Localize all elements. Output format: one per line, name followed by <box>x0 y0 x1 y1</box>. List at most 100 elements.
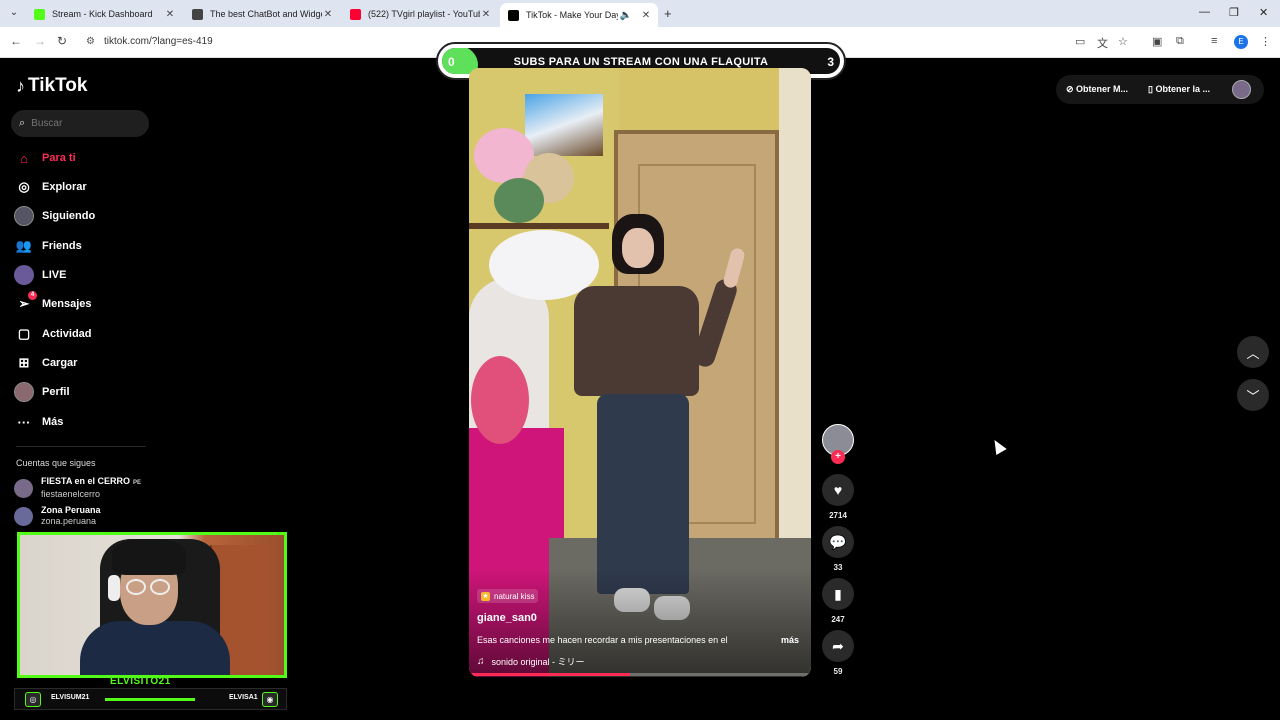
nav-mas[interactable]: ··· Más <box>14 411 64 433</box>
sidebar-divider <box>16 446 146 447</box>
nav-siguiendo[interactable]: Siguiendo <box>14 205 95 227</box>
tab-tiktok[interactable]: TikTok - Make Your Day 🔈 ✕ <box>500 3 658 27</box>
nav-friends[interactable]: 👥 Friends <box>14 235 82 257</box>
nav-label: Siguiendo <box>42 210 96 222</box>
tab-chatbot[interactable]: The best ChatBot and Widgets ✕ <box>184 3 340 25</box>
forward-icon[interactable]: → <box>34 34 46 48</box>
person-jacket <box>574 286 699 396</box>
follow-plus-icon[interactable]: + <box>831 450 845 464</box>
next-video-button[interactable]: ﹀ <box>1237 379 1269 411</box>
comment-button[interactable]: 💬 <box>822 526 854 558</box>
comment-count: 33 <box>833 563 843 572</box>
close-window-icon[interactable]: ✕ <box>1259 6 1268 19</box>
close-icon[interactable]: ✕ <box>164 9 176 20</box>
user-avatar[interactable] <box>1232 80 1251 99</box>
close-icon[interactable]: ✕ <box>640 10 652 21</box>
search-box[interactable]: ⌕ <box>11 110 149 137</box>
nav-label: Friends <box>42 240 82 252</box>
reload-icon[interactable]: ↻ <box>57 34 67 48</box>
nav-label: Actividad <box>42 328 92 340</box>
restore-icon[interactable]: ❐ <box>1229 6 1239 19</box>
tab-title: TikTok - Make Your Day <box>526 10 618 20</box>
close-icon[interactable]: ✕ <box>480 9 492 20</box>
kick-icon <box>34 8 45 20</box>
heart-icon: ♥ <box>833 482 843 498</box>
nav-label: LIVE <box>42 269 67 281</box>
home-icon: ⌂ <box>20 150 28 166</box>
avatar <box>14 506 33 526</box>
nav-actividad[interactable]: ▢ Actividad <box>14 323 92 345</box>
bookmark-star-icon[interactable]: ☆ <box>1118 35 1128 48</box>
nav-label: Para ti <box>42 152 76 164</box>
tiktok-logo[interactable]: ♪ TikTok <box>16 75 87 97</box>
mouse-cursor <box>989 436 1007 456</box>
get-coins-label: Obtener M... <box>1076 84 1129 94</box>
comment-icon: 💬 <box>829 533 847 550</box>
nav-mensajes[interactable]: ➢ 4 Mensajes <box>14 291 92 315</box>
tab-youtube[interactable]: (522) TVgirl playlist - YouTube ✕ <box>342 3 498 25</box>
url-field[interactable]: tiktok.com/?lang=es-419 <box>104 36 213 47</box>
instagram-handle: ELVISUM21 <box>51 694 90 701</box>
tab-kick[interactable]: Stream - Kick Dashboard ✕ <box>26 3 182 25</box>
following-name-text: FIESTA en el CERRO <box>41 476 131 486</box>
get-app-label: Obtener la ... <box>1155 84 1210 94</box>
site-info-icon[interactable]: ⚙ <box>86 36 95 47</box>
get-app-button[interactable]: ▯ Obtener la ... <box>1148 84 1210 95</box>
nav-perfil[interactable]: Perfil <box>14 381 70 403</box>
back-icon[interactable]: ← <box>10 34 22 48</box>
video-player[interactable]: ★ natural kiss giane_san0 Esas canciones… <box>469 68 811 677</box>
get-coins-button[interactable]: ⊘ Obtener M... <box>1066 84 1128 95</box>
nav-para-ti[interactable]: ⌂ Para ti <box>14 147 76 169</box>
live-icon <box>14 265 34 285</box>
extension-icon[interactable]: ▣ <box>1152 35 1162 48</box>
cast-icon[interactable]: ▭ <box>1075 35 1085 48</box>
following-icon <box>14 206 34 226</box>
more-link[interactable]: más <box>781 635 799 645</box>
minimize-icon[interactable]: — <box>1199 6 1210 18</box>
media-icon[interactable]: ≡ <box>1211 35 1217 47</box>
following-heading: Cuentas que sigues <box>16 458 96 468</box>
like-count: 2714 <box>829 511 847 520</box>
video-sound[interactable]: ♫ sonido original - ミリー <box>477 655 585 668</box>
bookmark-icon: ▮ <box>834 585 842 602</box>
menu-icon[interactable]: ⋮ <box>1260 35 1271 48</box>
webcam-glasses <box>150 579 170 595</box>
messages-icon: ➢ 4 <box>14 291 37 314</box>
video-username[interactable]: giane_san0 <box>477 612 537 624</box>
tab-search-icon[interactable]: ⌄ <box>6 5 22 21</box>
video-description: Esas canciones me hacen recordar a mis p… <box>477 635 728 645</box>
star-icon: ★ <box>481 591 490 601</box>
share-button[interactable]: ➦ <box>822 630 854 662</box>
nav-label: Mensajes <box>42 298 92 310</box>
country-tag: PE <box>133 480 142 486</box>
youtube-icon <box>350 8 361 20</box>
new-tab-icon[interactable]: + <box>664 6 672 21</box>
tab-title: (522) TVgirl playlist - YouTube <box>368 9 480 19</box>
video-shelf <box>469 223 609 229</box>
goal-target: 3 <box>827 55 834 69</box>
save-button[interactable]: ▮ <box>822 578 854 610</box>
translate-icon[interactable]: 文 <box>1097 35 1108 51</box>
nav-explorar[interactable]: ◎ Explorar <box>14 176 86 198</box>
webcam-hair <box>112 539 186 575</box>
close-icon[interactable]: ✕ <box>322 9 334 20</box>
friends-icon: 👥 <box>15 238 33 253</box>
search-input[interactable] <box>31 118 132 129</box>
video-progress[interactable] <box>469 673 811 676</box>
puzzle-icon[interactable]: ⧉ <box>1176 35 1184 48</box>
speaker-icon[interactable]: 🔈 <box>618 10 634 21</box>
nav-cargar[interactable]: ⊞ Cargar <box>14 352 78 374</box>
nav-live[interactable]: LIVE <box>14 264 66 286</box>
goal-text: SUBS PARA UN STREAM CON UNA FLAQUITA <box>513 56 769 68</box>
music-tag[interactable]: ★ natural kiss <box>477 589 539 603</box>
upload-icon: ⊞ <box>18 355 30 370</box>
chatbot-icon <box>192 8 203 20</box>
nav-label: Perfil <box>42 386 70 398</box>
profile-avatar[interactable]: E <box>1234 35 1248 49</box>
previous-video-button[interactable]: ︿ <box>1237 336 1269 368</box>
like-button[interactable]: ♥ <box>822 474 854 506</box>
tab-title: Stream - Kick Dashboard <box>52 9 153 19</box>
bar-line <box>105 698 195 701</box>
following-item[interactable]: FIESTA en el CERRO PE fiestaenelcerro <box>14 476 141 500</box>
following-item[interactable]: Zona Peruana zona.peruana <box>14 505 101 527</box>
